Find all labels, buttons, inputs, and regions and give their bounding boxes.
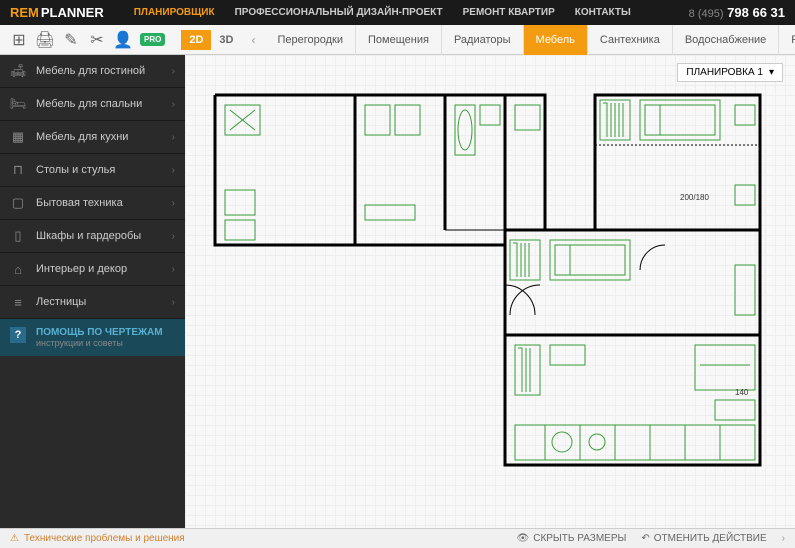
sidebar-item-bedroom[interactable]: 🛏 Мебель для спальни ›	[0, 88, 185, 121]
table-icon: ⊓	[10, 162, 26, 178]
view-3d-button[interactable]: 3D	[211, 30, 241, 50]
tool-icons: ⊞ 🖨 ✎ ✂ 👤 PRO 2D 3D	[0, 30, 251, 50]
hide-dimensions-button[interactable]: 👁 СКРЫТЬ РАЗМЕРЫ	[517, 533, 627, 544]
sidebar-item-living[interactable]: 🛋 Мебель для гостиной ›	[0, 55, 185, 88]
chevron-right-icon: ›	[172, 99, 175, 110]
tool-icon-3[interactable]: ✎	[62, 31, 80, 49]
sidebar-item-wardrobes[interactable]: ▯ Шкафы и гардеробы ›	[0, 220, 185, 253]
layout-selector[interactable]: ПЛАНИРОВКА 1 ▾	[677, 63, 783, 82]
chevron-right-icon: ›	[172, 132, 175, 143]
dimension-label: 140	[735, 388, 749, 397]
layout-label: ПЛАНИРОВКА 1	[686, 67, 763, 78]
tab-plumbing[interactable]: Сантехника	[588, 25, 673, 55]
chevron-right-icon: ›	[172, 297, 175, 308]
sidebar-item-label: Интерьер и декор	[36, 263, 127, 275]
help-icon: ?	[10, 327, 26, 343]
view-2d-button[interactable]: 2D	[181, 30, 211, 50]
decor-icon: ⌂	[10, 261, 26, 277]
toolbar: ⊞ 🖨 ✎ ✂ 👤 PRO 2D 3D ‹ Перегородки Помеще…	[0, 25, 795, 55]
dimension-label: 200/180	[680, 193, 709, 202]
sidebar-item-label: Лестницы	[36, 296, 86, 308]
nav-planner[interactable]: ПЛАНИРОВЩИК	[134, 7, 215, 18]
hide-dims-label: СКРЫТЬ РАЗМЕРЫ	[533, 533, 626, 544]
chevron-right-icon: ›	[172, 231, 175, 242]
undo-label: ОТМЕНИТЬ ДЕЙСТВИЕ	[654, 533, 767, 544]
undo-icon: ↶	[641, 533, 649, 544]
tab-partitions[interactable]: Перегородки	[265, 25, 356, 55]
sidebar-item-label: Мебель для спальни	[36, 98, 142, 110]
chevron-right-icon: ›	[172, 198, 175, 209]
help-sub: инструкции и советы	[36, 338, 175, 348]
logo[interactable]: REM PLANNER	[10, 5, 104, 20]
wardrobe-icon: ▯	[10, 228, 26, 244]
chevron-right-icon[interactable]: ›	[782, 533, 785, 544]
footer-issues-label: Технические проблемы и решения	[24, 533, 185, 544]
nav-contacts[interactable]: КОНТАКТЫ	[575, 7, 631, 18]
footer: ⚠ Технические проблемы и решения 👁 СКРЫТ…	[0, 528, 795, 548]
chevron-down-icon: ▾	[769, 67, 774, 78]
sidebar-item-label: Шкафы и гардеробы	[36, 230, 141, 242]
sidebar: 🛋 Мебель для гостиной › 🛏 Мебель для спаль…	[0, 55, 185, 528]
main-nav: ПЛАНИРОВЩИК ПРОФЕССИОНАЛЬНЫЙ ДИЗАЙН-ПРОЕ…	[134, 7, 631, 18]
help-title: ПОМОЩЬ ПО ЧЕРТЕЖАМ	[36, 327, 175, 338]
footer-issues[interactable]: ⚠ Технические проблемы и решения	[10, 533, 185, 544]
chevron-right-icon: ›	[172, 264, 175, 275]
kitchen-icon: ▦	[10, 129, 26, 145]
canvas[interactable]: ПЛАНИРОВКА 1 ▾	[185, 55, 795, 528]
sidebar-item-appliances[interactable]: ▢ Бытовая техника ›	[0, 187, 185, 220]
tab-furniture[interactable]: Мебель	[524, 25, 588, 55]
sidebar-item-kitchen[interactable]: ▦ Мебель для кухни ›	[0, 121, 185, 154]
tab-sockets[interactable]: Розетки	[779, 25, 795, 55]
tab-arrow-left[interactable]: ‹	[251, 33, 255, 47]
tabs: Перегородки Помещения Радиаторы Мебель С…	[265, 25, 795, 55]
tool-icon-1[interactable]: ⊞	[10, 31, 28, 49]
tab-rooms[interactable]: Помещения	[356, 25, 442, 55]
tool-icon-4[interactable]: ✂	[88, 31, 106, 49]
main: 🛋 Мебель для гостиной › 🛏 Мебель для спаль…	[0, 55, 795, 528]
floorplan[interactable]: 200/180 140	[205, 85, 775, 505]
sidebar-item-label: Мебель для кухни	[36, 131, 128, 143]
bed-icon: 🛏	[10, 96, 26, 112]
logo-rem: REM	[10, 5, 39, 20]
print-icon[interactable]: 🖨	[36, 31, 54, 49]
pro-badge[interactable]: PRO	[140, 33, 165, 46]
sidebar-item-decor[interactable]: ⌂ Интерьер и декор ›	[0, 253, 185, 286]
view-toggle: 2D 3D	[181, 30, 241, 50]
help-item[interactable]: ? ПОМОЩЬ ПО ЧЕРТЕЖАМ инструкции и советы	[0, 319, 185, 356]
stairs-icon: ≡	[10, 294, 26, 310]
sidebar-item-label: Бытовая техника	[36, 197, 123, 209]
logo-planner: PLANNER	[41, 5, 104, 20]
header: REM PLANNER ПЛАНИРОВЩИК ПРОФЕССИОНАЛЬНЫЙ…	[0, 0, 795, 25]
sidebar-item-label: Мебель для гостиной	[36, 65, 145, 77]
warning-icon: ⚠	[10, 533, 19, 544]
nav-renovation[interactable]: РЕМОНТ КВАРТИР	[463, 7, 555, 18]
tab-water[interactable]: Водоснабжение	[673, 25, 779, 55]
sofa-icon: 🛋	[10, 63, 26, 79]
appliance-icon: ▢	[10, 195, 26, 211]
sidebar-item-label: Столы и стулья	[36, 164, 115, 176]
user-icon[interactable]: 👤	[114, 31, 132, 49]
chevron-right-icon: ›	[172, 165, 175, 176]
phone: 8 (495) 798 66 31	[689, 5, 785, 20]
tab-radiators[interactable]: Радиаторы	[442, 25, 524, 55]
sidebar-item-tables[interactable]: ⊓ Столы и стулья ›	[0, 154, 185, 187]
eye-icon: 👁	[517, 533, 530, 544]
chevron-right-icon: ›	[172, 66, 175, 77]
nav-design[interactable]: ПРОФЕССИОНАЛЬНЫЙ ДИЗАЙН-ПРОЕКТ	[235, 7, 443, 18]
sidebar-item-stairs[interactable]: ≡ Лестницы ›	[0, 286, 185, 319]
undo-button[interactable]: ↶ ОТМЕНИТЬ ДЕЙСТВИЕ	[641, 533, 766, 544]
